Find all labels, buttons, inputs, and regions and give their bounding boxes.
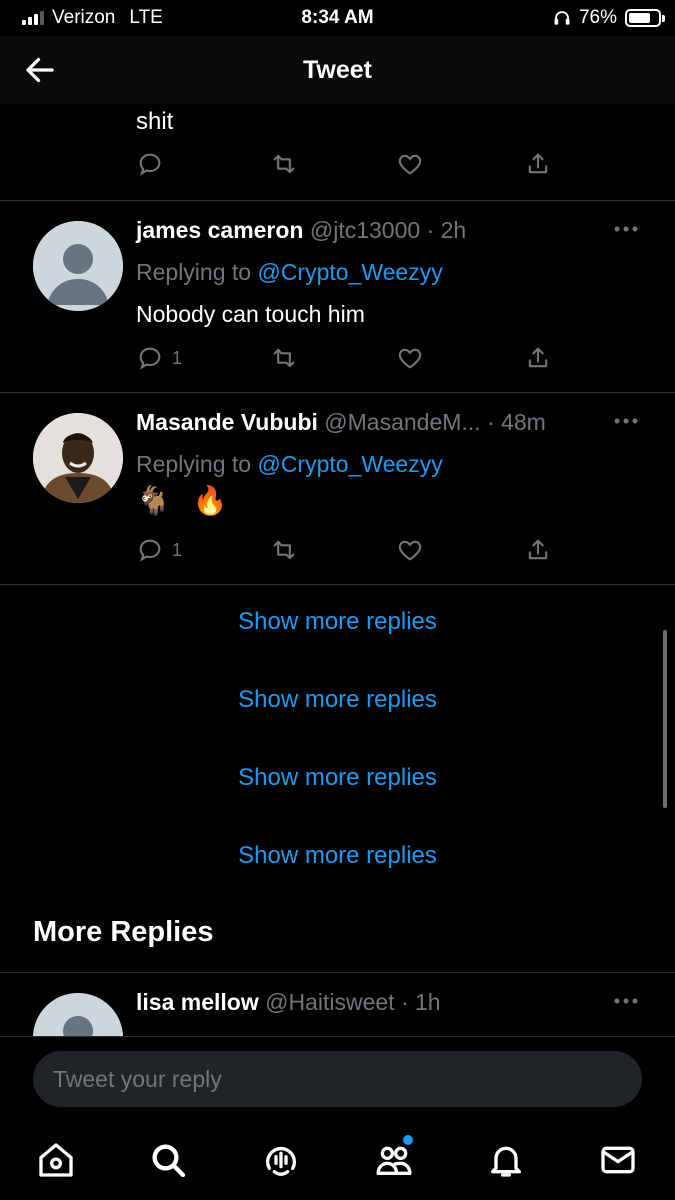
avatar[interactable] bbox=[33, 221, 123, 311]
retweet-button[interactable] bbox=[270, 344, 298, 372]
messages-icon bbox=[601, 1146, 635, 1174]
top-header: Tweet bbox=[0, 36, 675, 104]
headphones-icon bbox=[554, 11, 570, 25]
mention-link[interactable]: @Crypto_Weezyy bbox=[257, 259, 442, 285]
reply-count: 1 bbox=[172, 347, 183, 368]
heart-icon bbox=[398, 154, 422, 175]
share-button[interactable] bbox=[524, 150, 552, 178]
notifications-tab[interactable] bbox=[486, 1140, 526, 1180]
messages-tab[interactable] bbox=[598, 1140, 638, 1180]
reply-button[interactable] bbox=[136, 150, 164, 178]
user-name[interactable]: Masande Vububi bbox=[136, 409, 318, 435]
reply-bar bbox=[0, 1036, 675, 1122]
mention-link[interactable]: @Crypto_Weezyy bbox=[257, 451, 442, 477]
retweet-button[interactable] bbox=[270, 536, 298, 564]
spaces-icon bbox=[266, 1146, 296, 1176]
tweet-actions bbox=[136, 150, 556, 180]
show-more-replies[interactable]: Show more replies bbox=[0, 842, 675, 870]
battery-icon bbox=[625, 9, 665, 27]
default-avatar-icon bbox=[33, 221, 123, 311]
heart-icon bbox=[398, 348, 422, 369]
reply-tweet[interactable]: Masande Vububi @MasandeM... · 48m Replyi… bbox=[0, 393, 675, 585]
retweet-button[interactable] bbox=[270, 150, 298, 178]
heart-icon bbox=[398, 540, 422, 561]
home-icon bbox=[39, 1143, 73, 1177]
like-button[interactable] bbox=[396, 150, 424, 178]
tweet-time: 1h bbox=[415, 989, 441, 1015]
more-icon[interactable] bbox=[613, 225, 639, 233]
like-button[interactable] bbox=[396, 536, 424, 564]
tweet-header: Masande Vububi @MasandeM... · 48m bbox=[136, 409, 546, 435]
goat-emoji: 🐐 bbox=[136, 485, 171, 516]
tweet-header: james cameron @jtc13000 · 2h bbox=[136, 217, 467, 243]
battery-percent: 76% bbox=[578, 7, 617, 28]
bottom-nav bbox=[0, 1122, 675, 1200]
notification-dot bbox=[403, 1135, 413, 1145]
reply-tweet[interactable]: james cameron @jtc13000 · 2h Replying to… bbox=[0, 201, 675, 393]
more-icon[interactable] bbox=[613, 997, 639, 1005]
reply-icon bbox=[139, 347, 161, 370]
replying-to: Replying to @Crypto_Weezyy bbox=[136, 451, 443, 478]
scroll-indicator[interactable] bbox=[663, 630, 667, 808]
communities-icon bbox=[376, 1146, 412, 1175]
retweet-icon bbox=[273, 154, 295, 174]
share-button[interactable] bbox=[524, 344, 552, 372]
retweet-icon bbox=[273, 540, 295, 560]
tweet-header: lisa mellow @Haitisweet · 1h bbox=[136, 989, 441, 1015]
spaces-tab[interactable] bbox=[261, 1140, 301, 1180]
retweet-icon bbox=[273, 348, 295, 368]
reply-button[interactable]: 1 bbox=[136, 344, 182, 372]
user-name[interactable]: james cameron bbox=[136, 217, 303, 243]
search-icon bbox=[152, 1144, 186, 1178]
profile-photo bbox=[33, 413, 123, 503]
reply-tweet[interactable]: lisa mellow @Haitisweet · 1h bbox=[0, 973, 675, 1036]
tweet-text: shit bbox=[136, 108, 174, 135]
replying-prefix: Replying to bbox=[136, 259, 252, 285]
tweet-emojis: 🐐 🔥 bbox=[136, 485, 228, 517]
tweet-actions: 1 bbox=[136, 344, 556, 374]
communities-tab[interactable] bbox=[374, 1135, 414, 1180]
replying-prefix: Replying to bbox=[136, 451, 252, 477]
tweet-time: 48m bbox=[501, 409, 546, 435]
tweet-text: Nobody can touch him bbox=[136, 301, 365, 327]
reply-button[interactable]: 1 bbox=[136, 536, 182, 564]
tweet-fragment[interactable]: shit bbox=[0, 104, 675, 201]
like-button[interactable] bbox=[396, 344, 424, 372]
more-icon[interactable] bbox=[613, 417, 639, 425]
reply-icon bbox=[139, 539, 161, 562]
share-icon bbox=[528, 539, 548, 560]
tweet-actions: 1 bbox=[136, 536, 556, 566]
avatar[interactable] bbox=[33, 993, 123, 1036]
show-more-replies[interactable]: Show more replies bbox=[0, 686, 675, 714]
reply-input[interactable] bbox=[33, 1051, 642, 1107]
home-tab[interactable] bbox=[36, 1140, 76, 1180]
user-handle: @jtc13000 bbox=[309, 217, 421, 243]
user-handle: @Haitisweet bbox=[265, 989, 395, 1015]
status-bar: Verizon LTE 8:34 AM 76% bbox=[0, 0, 675, 36]
reply-feed: shit james cameron @jtc13000 · 2h Replyi… bbox=[0, 104, 675, 1036]
fire-emoji: 🔥 bbox=[192, 485, 228, 516]
notifications-icon bbox=[491, 1146, 521, 1177]
search-tab[interactable] bbox=[148, 1140, 188, 1180]
tweet-time: 2h bbox=[440, 217, 467, 243]
show-more-replies[interactable]: Show more replies bbox=[0, 764, 675, 792]
more-replies-heading: More Replies bbox=[33, 916, 214, 948]
reply-icon bbox=[139, 153, 161, 176]
reply-count: 1 bbox=[172, 539, 183, 560]
avatar[interactable] bbox=[33, 413, 123, 503]
replying-to: Replying to @Crypto_Weezyy bbox=[136, 259, 443, 286]
default-avatar-icon bbox=[33, 993, 123, 1036]
share-icon bbox=[528, 347, 548, 368]
page-title: Tweet bbox=[303, 56, 372, 84]
show-more-replies[interactable]: Show more replies bbox=[0, 608, 675, 636]
share-button[interactable] bbox=[524, 536, 552, 564]
share-icon bbox=[528, 153, 548, 174]
user-name[interactable]: lisa mellow bbox=[136, 989, 259, 1015]
user-handle: @MasandeM... bbox=[324, 409, 481, 435]
